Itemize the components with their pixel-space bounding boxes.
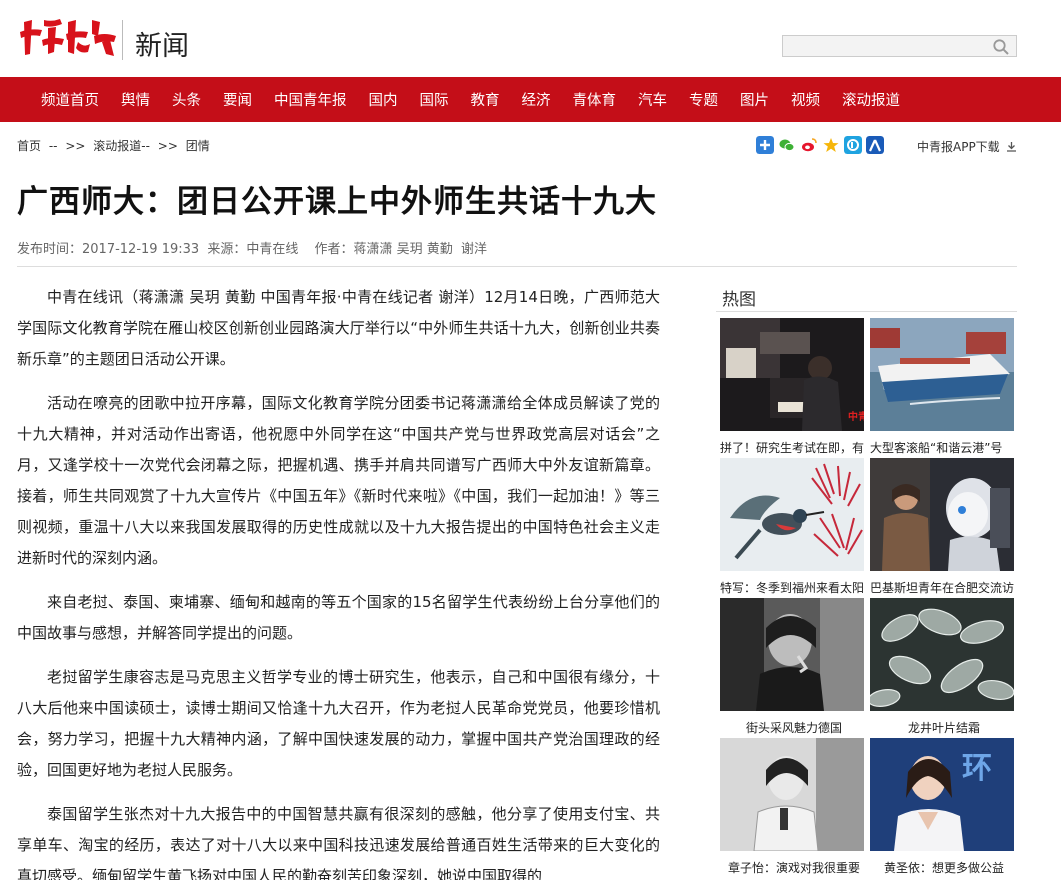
article-title: 广西师大：团日公开课上中外师生共话十九大	[17, 184, 657, 220]
logo-divider	[122, 20, 123, 60]
nav-item[interactable]: 中国青年报	[263, 89, 358, 110]
search-icon[interactable]	[992, 38, 1010, 56]
search-box[interactable]	[782, 35, 1017, 57]
site-header: 新闻	[0, 0, 1061, 77]
meta-divider	[17, 266, 1017, 267]
hot-picture-tile[interactable]: 巴基斯坦青年在合肥交流访	[870, 458, 1014, 596]
breadcrumb-arrow: >>	[157, 139, 178, 153]
hot-picture-tile[interactable]: 特写：冬季到福州来看太阳	[720, 458, 864, 596]
author-names: 蒋潇潇 吴玥 黄勤 谢洋	[353, 242, 488, 257]
hot-picture-tile[interactable]: 中青 拼了！研究生考试在即，有	[720, 318, 864, 456]
breadcrumb: 首页 -- >> 滚动报道-- >> 团情	[17, 137, 214, 154]
hot-picture-tile[interactable]: 龙井叶片结霜	[870, 598, 1014, 736]
share-bar	[756, 136, 884, 154]
tile-caption[interactable]: 大型客滚船“和谐云港”号	[870, 439, 1018, 456]
tile-caption[interactable]: 拼了！研究生考试在即，有	[720, 439, 868, 456]
app-download-link[interactable]: 中青报APP下载	[917, 138, 1017, 155]
svg-text:中青: 中青	[848, 410, 864, 423]
nav-item[interactable]: 视频	[780, 89, 831, 110]
tile-caption[interactable]: 龙井叶片结霜	[870, 719, 1018, 736]
publish-label: 发布时间：	[17, 242, 83, 257]
svg-text:环: 环	[962, 751, 992, 786]
nav-item[interactable]: 汽车	[627, 89, 678, 110]
breadcrumb-current[interactable]: 团情	[186, 139, 210, 153]
tile-caption[interactable]: 黄圣依：想更多做公益	[870, 859, 1018, 876]
frost-leaves-photo[interactable]	[870, 598, 1014, 711]
section-name[interactable]: 新闻	[135, 24, 189, 63]
sunbird-photo[interactable]	[720, 458, 864, 571]
nav-item[interactable]: 频道首页	[30, 89, 110, 110]
hot-picture-tile[interactable]: 环 黄圣依：想更多做公益	[870, 738, 1014, 876]
publish-time: 2017-12-19 19:33	[82, 242, 200, 257]
hot-picture-tile[interactable]: 大型客滚船“和谐云港”号	[870, 318, 1014, 456]
hot-pictures-header: 热图	[716, 282, 1017, 312]
nav-item[interactable]: 专题	[678, 89, 729, 110]
nav-list: 频道首页 舆情 头条 要闻 中国青年报 国内 国际 教育 经济 青体育 汽车 专题 图片 视频 滚动报道	[0, 77, 1061, 122]
nav-item[interactable]: 经济	[511, 89, 562, 110]
nav-item[interactable]: 国际	[409, 89, 460, 110]
tile-caption[interactable]: 特写：冬季到福州来看太阳	[720, 579, 868, 596]
qzone-icon[interactable]	[822, 136, 840, 154]
site-logo[interactable]	[18, 14, 118, 60]
actress-bw-photo[interactable]	[720, 738, 864, 851]
tile-caption[interactable]: 街头采风魅力德国	[720, 719, 868, 736]
logo-calligraphy-icon	[20, 19, 116, 56]
nav-item[interactable]: 舆情	[110, 89, 161, 110]
nav-item[interactable]: 头条	[161, 89, 212, 110]
study-room-photo[interactable]: 中青	[720, 318, 864, 431]
tile-caption[interactable]: 巴基斯坦青年在合肥交流访	[870, 579, 1018, 596]
renren-icon[interactable]	[866, 136, 884, 154]
plus-share-icon[interactable]	[756, 136, 774, 154]
hot-picture-tile[interactable]: 章子怡：演戏对我很重要	[720, 738, 864, 876]
source-label: 来源：	[207, 242, 247, 257]
nav-item[interactable]: 青体育	[562, 89, 628, 110]
street-bw-photo[interactable]	[720, 598, 864, 711]
nav-item[interactable]: 滚动报道	[831, 89, 911, 110]
article-paragraph: 来自老挝、泰国、柬埔寨、缅甸和越南的等五个国家的15名留学生代表纷纷上台分享他们…	[17, 593, 660, 642]
breadcrumb-rolling[interactable]: 滚动报道--	[93, 139, 150, 153]
article-paragraph: 活动在嘹亮的团歌中拉开序幕，国际文化教育学院分团委书记蒋潇潇给全体成员解读了党的…	[17, 394, 660, 567]
nav-item[interactable]: 要闻	[212, 89, 263, 110]
search-input[interactable]	[783, 37, 983, 57]
article-meta: 发布时间：2017-12-19 19:33 来源：中青在线 作者：蒋潇潇 吴玥 …	[17, 238, 491, 257]
download-icon	[1006, 142, 1016, 152]
weibo-icon[interactable]	[800, 136, 818, 154]
author-label: 作者：	[314, 242, 354, 257]
wechat-icon[interactable]	[778, 136, 796, 154]
article-body: 中青在线讯（蒋潇潇 吴玥 黄勤 中国青年报·中青在线记者 谢洋）12月14日晚，…	[17, 282, 660, 880]
actress-color-photo[interactable]: 环	[870, 738, 1014, 851]
breadcrumb-arrow: >>	[65, 139, 86, 153]
ferry-photo[interactable]	[870, 318, 1014, 431]
tile-caption[interactable]: 章子怡：演戏对我很重要	[720, 859, 868, 876]
app-download-label: 中青报APP下载	[917, 140, 1000, 154]
robot-photo[interactable]	[870, 458, 1014, 571]
source-name: 中青在线	[246, 242, 299, 257]
nav-item[interactable]: 图片	[729, 89, 780, 110]
breadcrumb-home[interactable]: 首页	[17, 139, 41, 153]
hot-pictures-heading: 热图	[722, 290, 756, 310]
nav-item[interactable]: 国内	[358, 89, 409, 110]
pengyou-icon[interactable]	[844, 136, 862, 154]
nav-item[interactable]: 教育	[460, 89, 511, 110]
main-nav: 频道首页 舆情 头条 要闻 中国青年报 国内 国际 教育 经济 青体育 汽车 专题 图片 视频 滚动报道	[0, 77, 1061, 122]
article-paragraph: 中青在线讯（蒋潇潇 吴玥 黄勤 中国青年报·中青在线记者 谢洋）12月14日晚，…	[17, 288, 660, 368]
article-paragraph: 泰国留学生张杰对十九大报告中的中国智慧共赢有很深刻的感触，他分享了使用支付宝、共…	[17, 805, 660, 880]
article-paragraph: 老挝留学生康容志是马克思主义哲学专业的博士研究生，他表示，自己和中国很有缘分，十…	[17, 668, 660, 779]
hot-picture-tile[interactable]: 街头采风魅力德国	[720, 598, 864, 736]
breadcrumb-separator: --	[48, 139, 58, 153]
